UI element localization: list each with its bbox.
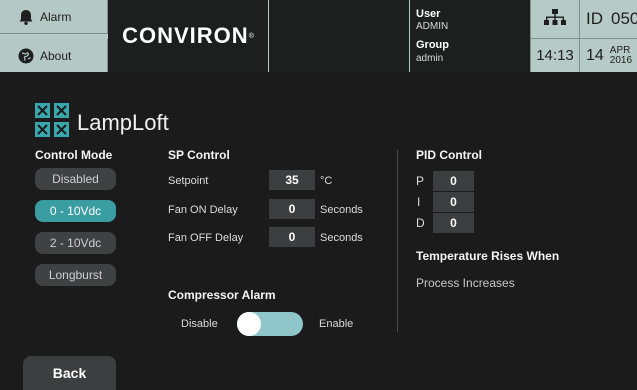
about-label: About <box>40 48 72 63</box>
user-panel: User ADMIN Group admin <box>410 0 530 72</box>
control-mode-heading: Control Mode <box>35 148 113 162</box>
id-value: 050 <box>611 9 637 28</box>
compressor-alarm-toggle[interactable] <box>237 312 303 336</box>
compressor-disable-label: Disable <box>181 318 218 330</box>
globe-icon <box>17 47 35 65</box>
alarm-label: Alarm <box>40 9 72 24</box>
date-year: 2016 <box>609 54 633 66</box>
temperature-rises-heading: Temperature Rises When <box>416 249 560 263</box>
user-value: ADMIN <box>416 21 449 32</box>
trademark-mark: ® <box>248 32 254 40</box>
top-bar: Alarm About CONVIRON ® User ADMIN Group a… <box>0 0 637 72</box>
setpoint-input[interactable]: 35 <box>269 170 315 190</box>
setpoint-unit: °C <box>320 175 333 187</box>
fan-off-delay-label: Fan OFF Delay <box>168 232 244 244</box>
bell-icon <box>17 8 35 26</box>
compressor-enable-label: Enable <box>319 318 354 330</box>
pid-p-label: P <box>416 174 425 188</box>
date-day: 14 <box>586 46 604 64</box>
fan-on-delay-input[interactable]: 0 <box>269 199 315 219</box>
compressor-alarm-heading: Compressor Alarm <box>168 288 276 302</box>
status-panel <box>269 0 409 72</box>
fan-off-delay-input[interactable]: 0 <box>269 227 315 247</box>
time-value: 14:13 <box>536 47 574 64</box>
user-heading: User <box>416 8 441 20</box>
fan-on-delay-label: Fan ON Delay <box>168 204 238 216</box>
group-heading: Group <box>416 39 449 51</box>
brand-name: CONVIRON <box>122 23 249 48</box>
pid-control-heading: PID Control <box>416 148 482 162</box>
page-header: LampLoft <box>35 103 169 142</box>
pid-d-label: D <box>416 216 425 230</box>
chamber-id: ID 050 <box>579 0 637 39</box>
mode-longburst-button[interactable]: Longburst <box>35 264 116 286</box>
mode-0-10vdc-button[interactable]: 0 - 10Vdc <box>35 200 116 222</box>
mode-2-10vdc-button[interactable]: 2 - 10Vdc <box>35 232 116 254</box>
fan-on-delay-unit: Seconds <box>320 204 363 216</box>
setpoint-label: Setpoint <box>168 175 209 187</box>
pid-p-input[interactable]: 0 <box>433 171 474 191</box>
lamp-loft-icon <box>35 103 69 142</box>
network-button[interactable] <box>530 0 579 39</box>
date-month: APR <box>609 44 631 56</box>
sp-control-heading: SP Control <box>168 148 230 162</box>
section-divider <box>397 150 398 332</box>
id-label: ID <box>586 9 603 28</box>
brand-logo: CONVIRON ® <box>108 0 268 72</box>
pid-i-input[interactable]: 0 <box>433 192 474 212</box>
date-display: 14 APR 2016 <box>579 39 637 72</box>
pid-d-input[interactable]: 0 <box>433 213 474 233</box>
alarm-button[interactable]: Alarm <box>0 0 108 34</box>
toggle-knob <box>237 312 261 336</box>
mode-disabled-button[interactable]: Disabled <box>35 168 116 190</box>
about-button[interactable]: About <box>0 39 108 72</box>
network-icon <box>544 8 566 31</box>
fan-off-delay-unit: Seconds <box>320 232 363 244</box>
page-title: LampLoft <box>77 109 169 135</box>
pid-i-label: I <box>417 195 421 209</box>
temperature-rises-value[interactable]: Process Increases <box>416 276 515 290</box>
group-value: admin <box>416 53 444 64</box>
clock-time: 14:13 <box>530 39 579 72</box>
back-button[interactable]: Back <box>23 356 116 390</box>
